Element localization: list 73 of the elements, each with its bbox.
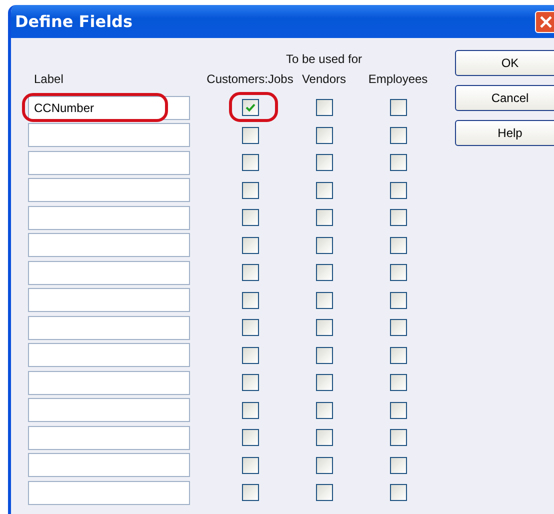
checkbox[interactable]: [242, 402, 258, 419]
input-field[interactable]: [28, 426, 190, 450]
checkbox[interactable]: [316, 456, 332, 474]
checkbox[interactable]: [390, 209, 406, 226]
input-field[interactable]: [28, 178, 190, 202]
checkbox[interactable]: [242, 209, 258, 226]
checkbox[interactable]: [242, 182, 258, 199]
checkbox[interactable]: [316, 429, 332, 446]
checkbox[interactable]: [390, 456, 406, 474]
checkbox[interactable]: [390, 264, 406, 282]
checkbox[interactable]: [316, 154, 332, 172]
checkbox[interactable]: [316, 264, 332, 282]
input-field[interactable]: [28, 480, 190, 505]
checkbox[interactable]: [242, 126, 258, 144]
dialog-button[interactable]: OK: [455, 50, 554, 76]
checkbox[interactable]: [316, 236, 332, 254]
input-field[interactable]: [28, 233, 190, 258]
input-field[interactable]: [28, 370, 190, 395]
checkbox[interactable]: [316, 99, 332, 116]
checkbox[interactable]: [242, 99, 258, 116]
checkbox[interactable]: [242, 264, 258, 282]
checkbox[interactable]: [390, 374, 406, 392]
input-field[interactable]: [28, 288, 190, 312]
dialog-button[interactable]: Cancel: [455, 85, 554, 111]
checkbox[interactable]: [390, 346, 406, 364]
checkbox[interactable]: [242, 456, 258, 474]
checkbox[interactable]: [316, 126, 332, 144]
checkbox[interactable]: [316, 346, 332, 364]
column-heading: Customers:Jobs: [206, 72, 294, 86]
checkbox[interactable]: [390, 292, 406, 309]
close-icon: [540, 16, 552, 28]
checkbox[interactable]: [390, 126, 406, 144]
checkbox[interactable]: [242, 374, 258, 392]
checkbox[interactable]: [316, 402, 332, 419]
input-field[interactable]: [28, 123, 190, 148]
input-field[interactable]: [28, 206, 190, 230]
input-field[interactable]: [28, 150, 190, 175]
window-title: Define Fields: [14, 12, 133, 31]
dialog-button[interactable]: Help: [455, 120, 554, 146]
checkbox[interactable]: [316, 209, 332, 226]
checkbox[interactable]: [390, 402, 406, 419]
checkbox[interactable]: [242, 346, 258, 364]
close-button[interactable]: [535, 10, 554, 32]
checkbox[interactable]: [242, 236, 258, 254]
checkbox[interactable]: [316, 319, 332, 336]
input-field[interactable]: [28, 343, 190, 368]
column-heading: Label: [34, 72, 64, 86]
checkbox[interactable]: [390, 99, 406, 116]
checkmark-icon: [244, 102, 256, 114]
checkbox[interactable]: [242, 319, 258, 336]
input-field[interactable]: [28, 260, 190, 285]
checkbox[interactable]: [242, 484, 258, 502]
checkbox[interactable]: [390, 319, 406, 336]
checkbox[interactable]: [390, 182, 406, 199]
checkbox[interactable]: [390, 236, 406, 254]
input-field[interactable]: CCNumber: [28, 96, 190, 120]
checkbox[interactable]: [242, 429, 258, 446]
checkbox[interactable]: [242, 154, 258, 172]
checkbox[interactable]: [316, 374, 332, 392]
group-heading: To be used for: [284, 52, 364, 68]
checkbox[interactable]: [390, 484, 406, 502]
checkbox[interactable]: [316, 484, 332, 502]
checkbox[interactable]: [316, 182, 332, 199]
checkbox[interactable]: [316, 292, 332, 309]
checkbox[interactable]: [390, 429, 406, 446]
highlight-ring: [229, 92, 278, 122]
checkbox[interactable]: [390, 154, 406, 172]
input-field[interactable]: [28, 453, 190, 478]
column-heading: Employees: [368, 72, 428, 86]
input-field[interactable]: [28, 316, 190, 340]
column-heading: Vendors: [302, 72, 346, 86]
input-field[interactable]: [28, 398, 190, 422]
checkbox[interactable]: [242, 292, 258, 309]
